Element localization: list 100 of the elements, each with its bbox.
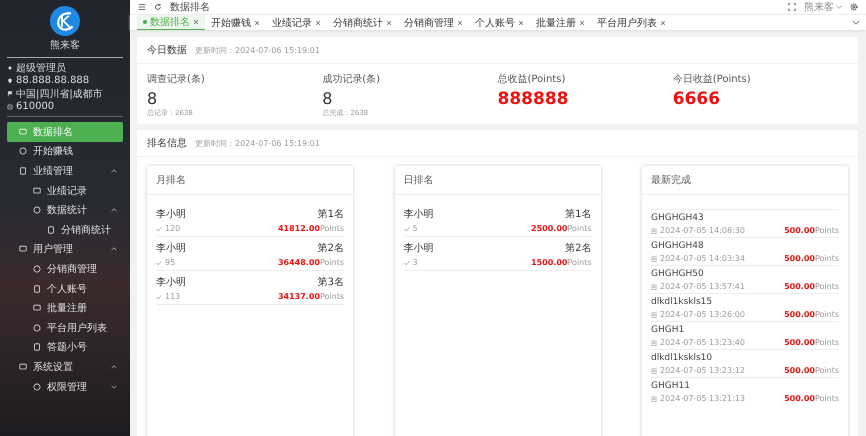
settings-icon[interactable]: [850, 3, 858, 11]
stat-label: 总收益(Points): [498, 72, 566, 86]
record-name: GHGHGH48: [651, 241, 705, 251]
brand-name: 熊来客: [50, 38, 80, 52]
location-pin-icon: [7, 78, 13, 84]
menu-item[interactable]: 分销商统计: [7, 220, 123, 240]
fullscreen-icon[interactable]: [788, 3, 796, 11]
check-icon: [156, 294, 162, 300]
tab[interactable]: 批量注册: [530, 15, 591, 30]
tab[interactable]: 分销商统计: [327, 15, 398, 30]
points-amount: 2500.00Points: [531, 224, 592, 233]
person-name: 李小明: [156, 242, 186, 255]
rank-label: 第3名: [318, 276, 344, 289]
points-amount: 1500.00Points: [531, 258, 592, 267]
tab[interactable]: 个人账号: [469, 15, 530, 30]
points-amount: 500.00Points: [784, 394, 839, 403]
menu-item[interactable]: 业绩记录: [7, 180, 123, 200]
record-time: 2024-07-05 14:03:34: [660, 254, 745, 263]
panel-title: 月排名: [147, 166, 353, 195]
record-time: 2024-07-05 13:26:00: [660, 310, 745, 319]
points-amount: 500.00Points: [784, 338, 839, 347]
count-text: 3: [412, 258, 418, 267]
close-icon[interactable]: [193, 19, 199, 25]
points-amount: 500.00Points: [784, 366, 839, 375]
chevron-icon: [111, 384, 117, 389]
tab[interactable]: 平台用户列表: [591, 15, 672, 30]
chevron-icon: [111, 168, 117, 173]
close-icon[interactable]: [254, 20, 260, 26]
chevron-icon[interactable]: [852, 20, 860, 25]
menu-item[interactable]: 业绩管理: [7, 161, 123, 181]
menu-item[interactable]: 批量注册: [7, 298, 123, 318]
stat-label: 调查记录(条): [147, 72, 206, 86]
record-name: GHGH11: [651, 381, 691, 391]
check-icon: [404, 260, 410, 266]
card-title: 排名信息: [147, 136, 187, 150]
person-name: 李小明: [404, 208, 434, 221]
tab[interactable]: 开始赚钱: [205, 15, 266, 30]
menu-item[interactable]: 分销商管理: [7, 259, 123, 279]
person-name: 李小明: [404, 242, 434, 255]
postcode-icon: [7, 104, 13, 110]
update-time: 更新时间：2024-07-06 15:19:01: [195, 138, 320, 148]
record-time: 2024-07-05 13:57:41: [660, 282, 745, 291]
card-title: 今日数据: [147, 44, 187, 57]
check-icon: [404, 226, 410, 232]
record-time: 2024-07-05 14:08:30: [660, 226, 745, 235]
chevron-icon: [111, 208, 117, 212]
menu-item[interactable]: 系统设置: [7, 357, 123, 377]
points-amount: 500.00Points: [784, 282, 839, 291]
record-name: GHGHGH50: [651, 269, 705, 279]
points-amount: 36448.00Points: [278, 258, 344, 267]
menu-item[interactable]: 用户管理: [7, 240, 123, 260]
calendar-icon: [651, 228, 657, 234]
count-text: 113: [165, 292, 180, 301]
calendar-icon: [651, 312, 657, 318]
close-icon[interactable]: [660, 20, 666, 26]
close-icon[interactable]: [518, 20, 524, 26]
check-icon: [156, 226, 162, 232]
person-name: 李小明: [156, 276, 186, 289]
record-name: dlkdl1kskls15: [651, 297, 714, 307]
caret-icon: [836, 5, 842, 9]
stat-value: 8: [322, 90, 334, 108]
count-text: 5: [412, 224, 418, 233]
menu-item[interactable]: 数据统计: [7, 200, 123, 220]
stat-label: 今日收益(Points): [672, 73, 752, 86]
rank-label: 第1名: [318, 208, 344, 221]
tab[interactable]: 业绩记录: [266, 15, 327, 30]
close-icon[interactable]: [386, 20, 392, 26]
record-time: 2024-07-05 13:23:40: [660, 338, 745, 347]
calendar-icon: [651, 396, 657, 402]
record-time: 2024-07-05 13:23:12: [660, 366, 745, 375]
record-name: GHGH1: [651, 325, 686, 335]
check-icon: [156, 260, 162, 266]
close-icon[interactable]: [315, 20, 321, 26]
calendar-icon: [651, 340, 657, 346]
menu-item[interactable]: 权限管理: [7, 376, 123, 396]
flag-icon: [7, 90, 13, 96]
rank-label: 第2名: [318, 242, 344, 255]
record-name: dlkdl1kskls10: [651, 353, 714, 363]
points-amount: 41812.00Points: [278, 224, 344, 233]
stat-value: 888888: [498, 90, 570, 108]
calendar-icon: [651, 256, 657, 262]
user-menu[interactable]: 熊来客: [804, 0, 842, 14]
rank-label: 第1名: [565, 208, 592, 221]
menu-item[interactable]: 个人账号: [7, 278, 123, 298]
person-name: 李小明: [156, 208, 186, 221]
breadcrumb: 数据排名: [170, 0, 210, 14]
points-amount: 500.00Points: [784, 310, 839, 319]
menu-item[interactable]: 开始赚钱: [7, 142, 123, 162]
calendar-icon: [651, 368, 657, 374]
menu-item[interactable]: 答题小号: [7, 338, 123, 358]
ip-address: 88.888.88.888: [16, 75, 90, 86]
postcode-text: 610000: [16, 101, 54, 112]
rank-label: 第2名: [565, 242, 592, 255]
refresh-icon[interactable]: [154, 3, 162, 11]
stat-label: 成功记录(条): [322, 72, 382, 86]
close-icon[interactable]: [579, 20, 585, 26]
logo-icon: [50, 6, 80, 36]
menu-item[interactable]: 平台用户列表: [7, 318, 123, 338]
close-icon[interactable]: [457, 20, 463, 26]
tab[interactable]: 分销商管理: [398, 15, 469, 30]
